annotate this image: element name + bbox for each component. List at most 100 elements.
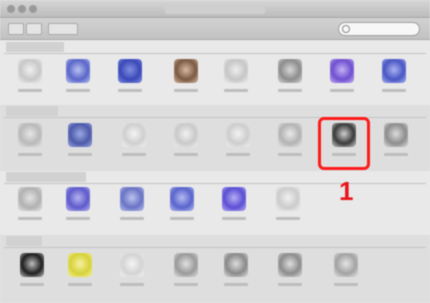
forward-button[interactable]: [26, 23, 42, 35]
section-internet: [0, 171, 430, 235]
section-divider: [4, 53, 426, 54]
pref-item-label: [220, 150, 256, 159]
dock-icon: [118, 59, 142, 83]
sharing-icon: [222, 187, 246, 211]
window-title: [165, 3, 265, 14]
pref-item[interactable]: [12, 123, 48, 163]
section-personal: [0, 41, 430, 105]
pref-item[interactable]: [272, 59, 308, 99]
pref-item[interactable]: [168, 253, 204, 293]
pref-item[interactable]: [272, 253, 308, 293]
pref-item-label: [12, 214, 48, 223]
pref-item-label: [60, 86, 96, 95]
users-icon: [20, 253, 44, 277]
pref-item[interactable]: [60, 187, 96, 227]
date-time-icon: [224, 253, 248, 277]
pref-item-label: [168, 280, 204, 289]
pref-item-label: [324, 86, 360, 95]
pref-item[interactable]: [168, 123, 204, 163]
pref-item-label: [112, 86, 148, 95]
pref-item[interactable]: [60, 59, 96, 99]
pref-item-label: [218, 86, 254, 95]
pref-item-label: [62, 150, 98, 159]
pref-item-label: [328, 280, 364, 289]
pref-item-label: [272, 280, 308, 289]
notifications-icon: [382, 59, 406, 83]
pref-item[interactable]: [216, 187, 252, 227]
general-icon: [18, 59, 42, 83]
pref-item[interactable]: [114, 187, 150, 227]
pref-item[interactable]: [376, 59, 412, 99]
startup-disk-icon: [384, 123, 408, 147]
app-store-icon: [120, 253, 144, 277]
pref-item-label: [116, 150, 152, 159]
pref-item[interactable]: [62, 123, 98, 163]
pref-item-label: [272, 150, 308, 159]
mission-control-icon: [174, 59, 198, 83]
section-heading: [6, 106, 58, 116]
pref-item[interactable]: [218, 253, 254, 293]
extensions-icon: [276, 187, 300, 211]
show-all-button[interactable]: [48, 23, 78, 35]
parental-controls-icon: [68, 253, 92, 277]
close-window-icon[interactable]: [7, 5, 15, 13]
network-icon: [120, 187, 144, 211]
section-heading: [6, 172, 86, 182]
pref-item-label: [12, 86, 48, 95]
pref-item[interactable]: [220, 123, 256, 163]
pref-item-label: [216, 214, 252, 223]
pref-item[interactable]: [272, 123, 308, 163]
pref-item[interactable]: [62, 253, 98, 293]
pref-item[interactable]: [270, 187, 306, 227]
pref-item[interactable]: [116, 123, 152, 163]
section-heading: [6, 236, 42, 246]
trackpad-icon: [226, 123, 250, 147]
pref-item-label: [12, 150, 48, 159]
section-divider: [4, 183, 426, 184]
pref-item-label: [218, 280, 254, 289]
section-system: [0, 235, 430, 303]
pref-item[interactable]: [12, 59, 48, 99]
accessibility-icon: [334, 253, 358, 277]
search-icon: [342, 25, 350, 33]
pref-item[interactable]: [12, 187, 48, 227]
search-input[interactable]: [338, 22, 420, 36]
toolbar: [0, 18, 430, 40]
pref-item-label: [114, 214, 150, 223]
energy-icon: [68, 123, 92, 147]
pref-item[interactable]: [218, 59, 254, 99]
pref-item-label: [376, 86, 412, 95]
pref-item[interactable]: [168, 59, 204, 99]
pref-item[interactable]: [378, 123, 414, 163]
highlight-box: [318, 117, 370, 170]
pref-item-label: [272, 86, 308, 95]
pref-item[interactable]: [328, 253, 364, 293]
pref-item-label: [378, 150, 414, 159]
section-heading: [6, 42, 64, 52]
pref-item-label: [270, 214, 306, 223]
title-bar: [0, 0, 430, 18]
spotlight-icon: [330, 59, 354, 83]
displays-icon: [18, 123, 42, 147]
zoom-window-icon[interactable]: [29, 5, 37, 13]
security-icon: [278, 59, 302, 83]
internet-accounts-icon: [66, 187, 90, 211]
pref-item[interactable]: [324, 59, 360, 99]
dictation-icon: [174, 253, 198, 277]
pref-item-label: [62, 280, 98, 289]
pref-item[interactable]: [14, 253, 50, 293]
pref-item-label: [60, 214, 96, 223]
pref-item[interactable]: [164, 187, 200, 227]
pref-item-label: [168, 150, 204, 159]
pref-item[interactable]: [112, 59, 148, 99]
bluetooth-icon: [170, 187, 194, 211]
pref-item-label: [14, 280, 50, 289]
mouse-icon: [174, 123, 198, 147]
desktop-icon: [66, 59, 90, 83]
back-button[interactable]: [8, 23, 24, 35]
pref-item[interactable]: [114, 253, 150, 293]
minimize-window-icon[interactable]: [18, 5, 26, 13]
keyboard-icon: [122, 123, 146, 147]
time-machine-icon: [278, 253, 302, 277]
icloud-icon: [18, 187, 42, 211]
